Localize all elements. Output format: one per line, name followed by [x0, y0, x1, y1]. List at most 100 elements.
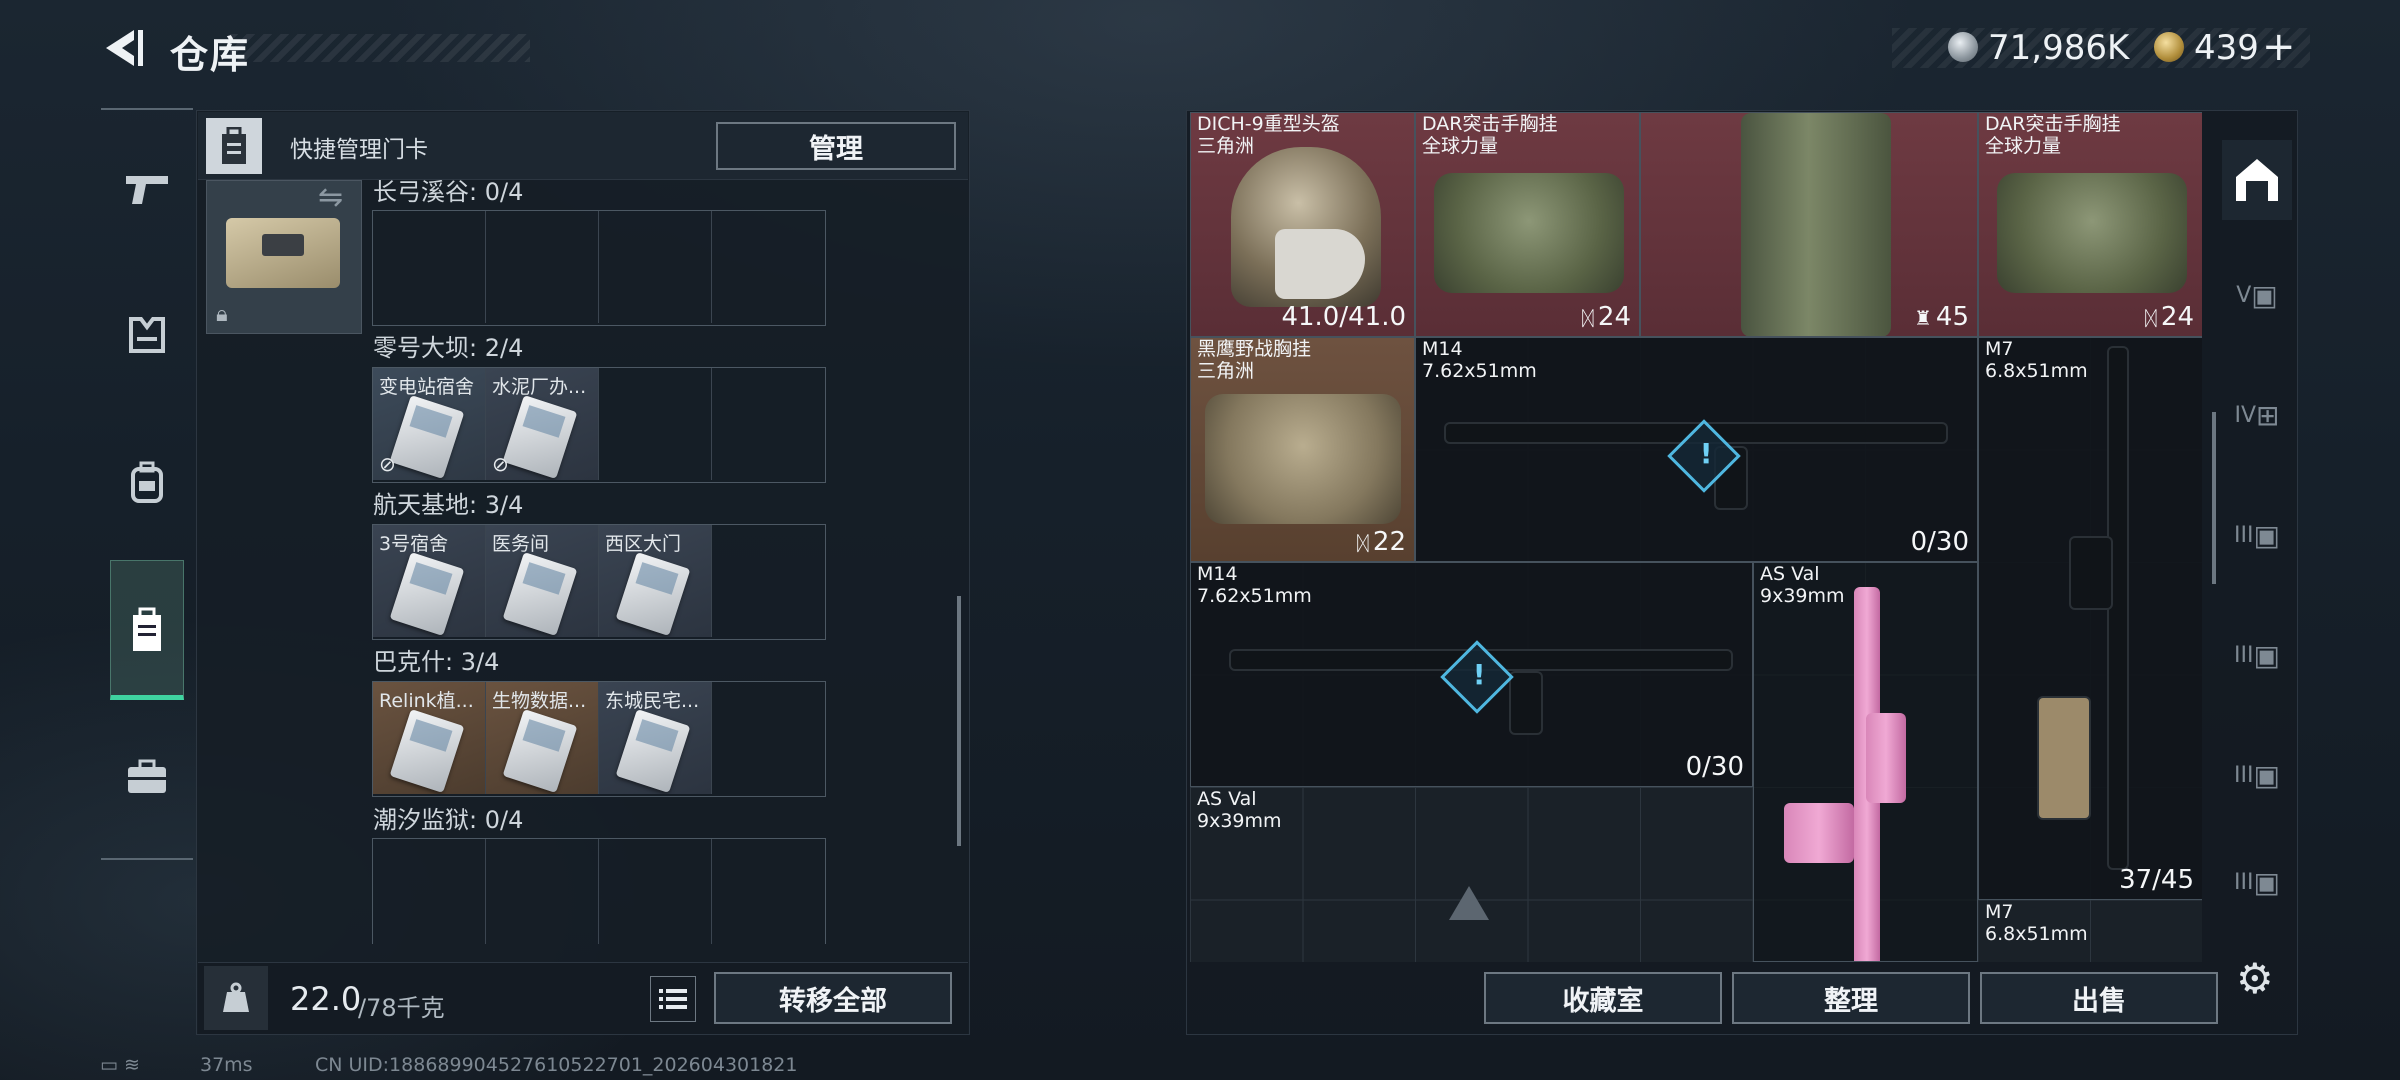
storage-box-icon: ▣: [2251, 278, 2278, 312]
vest-icon: ᛞ: [1356, 531, 1369, 555]
add-currency-button[interactable]: +: [2262, 24, 2296, 70]
side-tab-storage[interactable]: [2222, 143, 2292, 217]
nav-armor[interactable]: [112, 300, 182, 370]
keycard-holder-icon: [133, 607, 161, 651]
page-title: 仓库: [170, 33, 251, 77]
nav-case[interactable]: [112, 742, 182, 812]
item-rifle-m14[interactable]: ! M14 7.62x51mm 0/30: [1190, 562, 1753, 787]
keycard-slot[interactable]: [712, 839, 824, 944]
weight-max: /78千克: [358, 994, 445, 1022]
keycard-slot[interactable]: [599, 368, 712, 480]
durability-value: 41.0/41.0: [1281, 302, 1406, 332]
item-caliber: 9x39mm: [1760, 585, 1845, 607]
list-icon: [659, 989, 687, 1009]
rifle-stock: [2039, 698, 2089, 818]
keycard-name: 生物数据...: [492, 690, 587, 712]
add-box-icon: ⊞: [2256, 398, 2280, 432]
item-rifle-m7[interactable]: M7 6.8x51mm: [1978, 900, 2202, 962]
capacity-value: ᛞ 22: [1356, 527, 1406, 557]
item-chest-rig[interactable]: DAR突击手胸挂 全球力量 ᛞ 24: [1415, 112, 1640, 337]
keycard-slot[interactable]: 变电站宿舍 ⊘: [373, 368, 486, 480]
no-card-icon: ⊘: [492, 452, 509, 476]
keycard-slot[interactable]: Relink植...: [373, 682, 486, 794]
nav-backpack[interactable]: [112, 448, 182, 518]
item-backpack[interactable]: ♜ 45: [1640, 112, 1978, 337]
chest-rig-image: [1997, 173, 2187, 293]
keycard-slot[interactable]: [486, 839, 599, 944]
region-label: 巴克什: 3/4: [373, 648, 500, 676]
keycard-slot[interactable]: [373, 211, 486, 323]
keycard-name: Relink植...: [379, 690, 474, 712]
item-name: 黑鹰野战胸挂: [1197, 338, 1312, 360]
rifle-strap: [1866, 713, 1906, 803]
warehouse-icon: [2236, 159, 2278, 201]
nav-weapons[interactable]: [112, 154, 182, 224]
side-tab-3a[interactable]: III ▣: [2222, 498, 2292, 572]
ticket-icon: [2154, 32, 2184, 62]
keycard-slot-row: 3号宿舍 医务间 西区大门: [372, 524, 826, 640]
keycard-holder-chip: [262, 234, 304, 256]
item-caliber: 7.62x51mm: [1422, 360, 1537, 382]
settings-gear-icon[interactable]: ⚙: [2236, 954, 2274, 1003]
list-view-button[interactable]: [650, 976, 696, 1022]
item-caliber: 9x39mm: [1197, 810, 1282, 832]
item-caliber: 6.8x51mm: [1985, 360, 2088, 382]
item-rifle-asval[interactable]: AS Val 9x39mm: [1753, 562, 1978, 962]
backpack-icon: ♜: [1913, 306, 1932, 330]
item-rifle-asval[interactable]: AS Val 9x39mm: [1190, 787, 1753, 962]
item-rifle-m7[interactable]: M7 6.8x51mm 37/45: [1978, 337, 2202, 900]
region-label: 航天基地: 3/4: [373, 491, 524, 519]
organize-button[interactable]: 整理: [1732, 972, 1970, 1024]
loading-triangle-icon: [1449, 886, 1489, 920]
keycard-slot-row: Relink植... 生物数据... 东城民宅...: [372, 681, 826, 797]
keycard-name: 西区大门: [605, 533, 682, 555]
keycard-slot[interactable]: [599, 839, 712, 944]
side-tab-3d[interactable]: III ▣: [2222, 858, 2292, 906]
keycard-panel-scrollbar[interactable]: [957, 596, 961, 846]
manage-button[interactable]: 管理: [716, 122, 956, 170]
ticket-balance: 439: [2194, 28, 2259, 68]
keycard-slot[interactable]: [712, 368, 824, 480]
lock-icon: 🔒︎: [216, 302, 228, 327]
weight-icon: [204, 966, 268, 1030]
keycard-slot[interactable]: 东城民宅...: [599, 682, 712, 794]
keycard-slot[interactable]: 3号宿舍: [373, 525, 486, 637]
item-chest-rig[interactable]: 黑鹰野战胸挂 三角洲 ᛞ 22: [1190, 337, 1415, 562]
uid-readout: CN UID:188689904527610522701_20260430182…: [315, 1054, 798, 1076]
keycard-slot[interactable]: [486, 211, 599, 323]
item-rifle-m14[interactable]: ! M14 7.62x51mm 0/30: [1415, 337, 1978, 562]
keycard-slot[interactable]: [712, 211, 824, 323]
keycard-slot[interactable]: [712, 525, 824, 637]
side-tab-5[interactable]: V ▣: [2222, 258, 2292, 332]
side-tab-4[interactable]: IV ⊞: [2222, 378, 2292, 452]
item-chest-rig[interactable]: DAR突击手胸挂 全球力量 ᛞ 24: [1978, 112, 2202, 337]
helmet-visor: [1275, 229, 1365, 299]
side-tab-3c[interactable]: III ▣: [2222, 738, 2292, 812]
keycard-panel-title: 快捷管理门卡: [290, 137, 428, 163]
vest-icon: ᛞ: [2144, 306, 2157, 330]
storage-scrollbar[interactable]: [2212, 412, 2216, 584]
sell-button[interactable]: 出售: [1980, 972, 2218, 1024]
keycard-slot[interactable]: 西区大门: [599, 525, 712, 637]
item-name: AS Val: [1197, 788, 1257, 810]
item-caliber: 6.8x51mm: [1985, 923, 2088, 945]
keycard-slot[interactable]: 生物数据...: [486, 682, 599, 794]
ping-readout: 37ms: [200, 1054, 253, 1076]
item-name: M14: [1422, 338, 1463, 360]
swap-icon[interactable]: ⇋: [318, 180, 343, 215]
transfer-all-button[interactable]: 转移全部: [714, 972, 952, 1024]
storage-box-icon: ▣: [2253, 518, 2280, 552]
keycard-slot[interactable]: [599, 211, 712, 323]
keycard-name: 水泥厂办...: [492, 376, 587, 398]
keycard-slot[interactable]: [373, 839, 486, 944]
keycard-slot[interactable]: [712, 682, 824, 794]
back-button[interactable]: [100, 26, 144, 70]
item-name: M7: [1985, 338, 2014, 360]
collection-room-button[interactable]: 收藏室: [1484, 972, 1722, 1024]
keycard-slot[interactable]: 医务间: [486, 525, 599, 637]
side-tab-3b[interactable]: III ▣: [2222, 618, 2292, 692]
keycard-slot[interactable]: 水泥厂办... ⊘: [486, 368, 599, 480]
item-name: DICH-9重型头盔: [1197, 113, 1340, 135]
item-helmet[interactable]: DICH-9重型头盔 三角洲 41.0/41.0: [1190, 112, 1415, 337]
nav-keycards[interactable]: [112, 595, 182, 665]
